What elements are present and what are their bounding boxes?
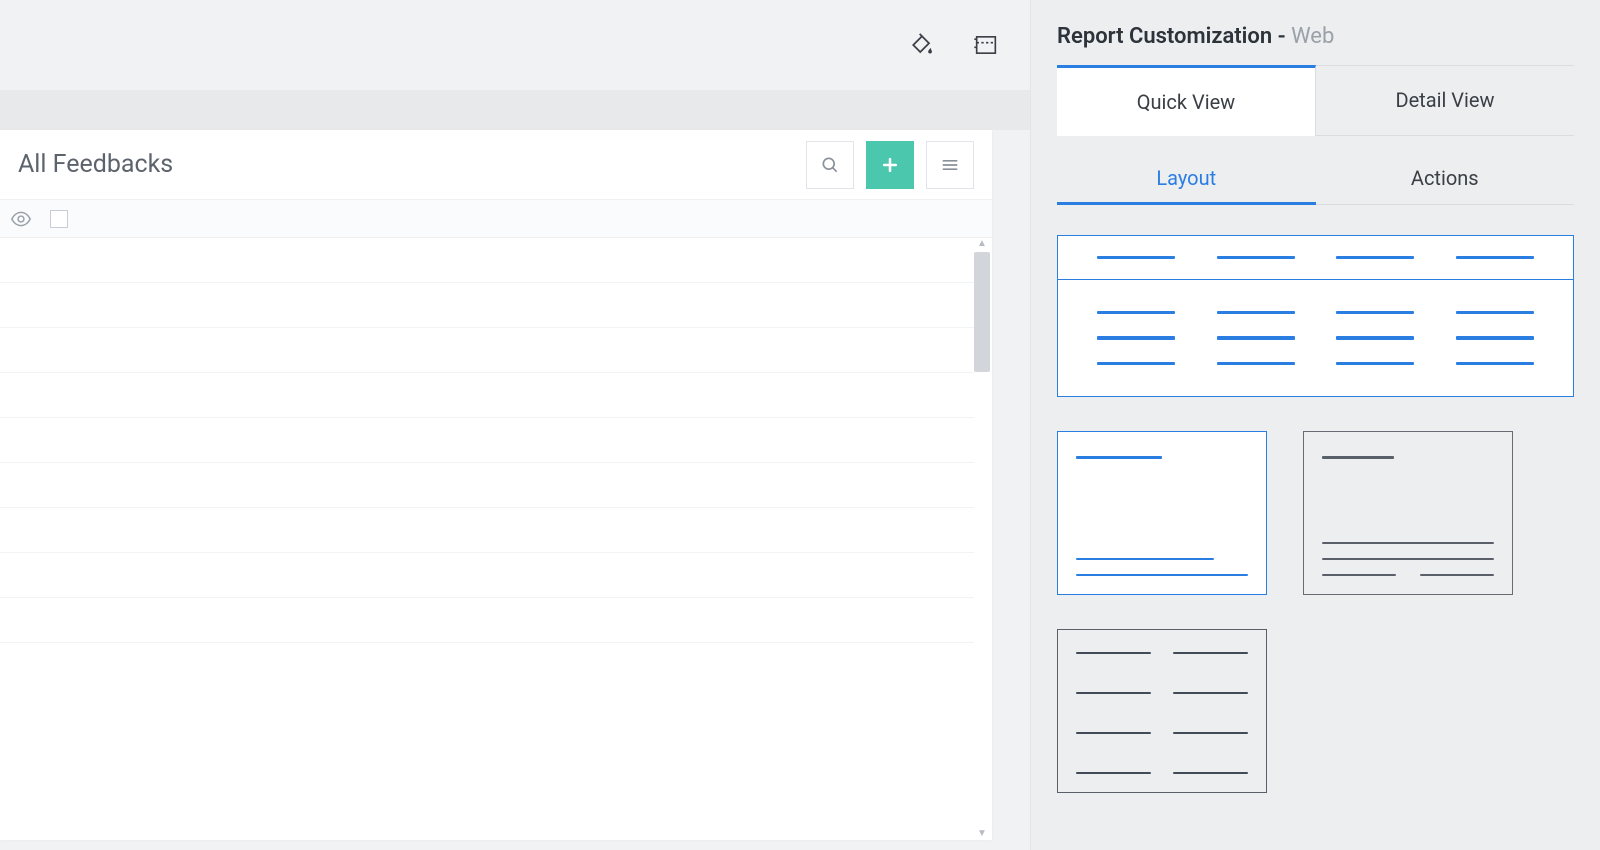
table-row[interactable] <box>0 553 974 598</box>
report-body: ▲ ▼ <box>0 238 992 840</box>
main-canvas: All Feedbacks <box>0 0 1030 850</box>
table-row[interactable] <box>0 598 974 643</box>
layout-options <box>1057 205 1574 793</box>
table-row[interactable] <box>0 328 974 373</box>
report-title: All Feedbacks <box>18 150 173 179</box>
layout-option-two-column[interactable] <box>1057 629 1267 793</box>
report-header-actions <box>806 141 974 189</box>
search-button[interactable] <box>806 141 854 189</box>
scrollbar[interactable]: ▲ ▼ <box>974 238 990 840</box>
select-all-checkbox[interactable] <box>50 210 68 228</box>
report-card-header: All Feedbacks <box>0 130 992 200</box>
layout-option-card-blue[interactable] <box>1057 431 1267 595</box>
add-record-button[interactable] <box>866 141 914 189</box>
table-row[interactable] <box>0 508 974 553</box>
tab-quick-view[interactable]: Quick View <box>1057 65 1316 136</box>
layout-options-row-3 <box>1057 629 1574 793</box>
tab-detail-view[interactable]: Detail View <box>1316 66 1574 136</box>
layout-option-table[interactable] <box>1057 235 1574 397</box>
table-row[interactable] <box>0 238 974 283</box>
subtab-actions[interactable]: Actions <box>1316 154 1575 204</box>
table-row[interactable] <box>0 418 974 463</box>
panel-title: Report Customization - Web <box>1057 24 1574 65</box>
scroll-thumb[interactable] <box>974 252 990 372</box>
more-menu-button[interactable] <box>926 141 974 189</box>
canvas-header-band <box>0 90 1030 130</box>
layout-settings-icon[interactable] <box>972 31 1000 59</box>
panel-title-main: Report Customization - <box>1057 24 1291 49</box>
panel-title-sub: Web <box>1291 24 1334 49</box>
top-toolbar <box>0 0 1030 90</box>
table-row[interactable] <box>0 373 974 418</box>
scroll-down-arrow[interactable]: ▼ <box>977 828 987 840</box>
report-rows <box>0 238 974 840</box>
view-tabs: Quick View Detail View <box>1057 65 1574 136</box>
customization-panel: Report Customization - Web Quick View De… <box>1030 0 1600 850</box>
table-row[interactable] <box>0 283 974 328</box>
table-layout-preview <box>1058 236 1573 396</box>
visibility-toggle[interactable] <box>10 208 32 230</box>
report-subheader <box>0 200 992 238</box>
report-card: All Feedbacks <box>0 130 992 840</box>
subtabs: Layout Actions <box>1057 154 1574 205</box>
layout-options-row-2 <box>1057 431 1574 595</box>
subtab-layout[interactable]: Layout <box>1057 154 1316 205</box>
table-row[interactable] <box>0 463 974 508</box>
layout-option-card-gray[interactable] <box>1303 431 1513 595</box>
scroll-up-arrow[interactable]: ▲ <box>977 238 987 250</box>
paint-bucket-icon[interactable] <box>908 31 936 59</box>
